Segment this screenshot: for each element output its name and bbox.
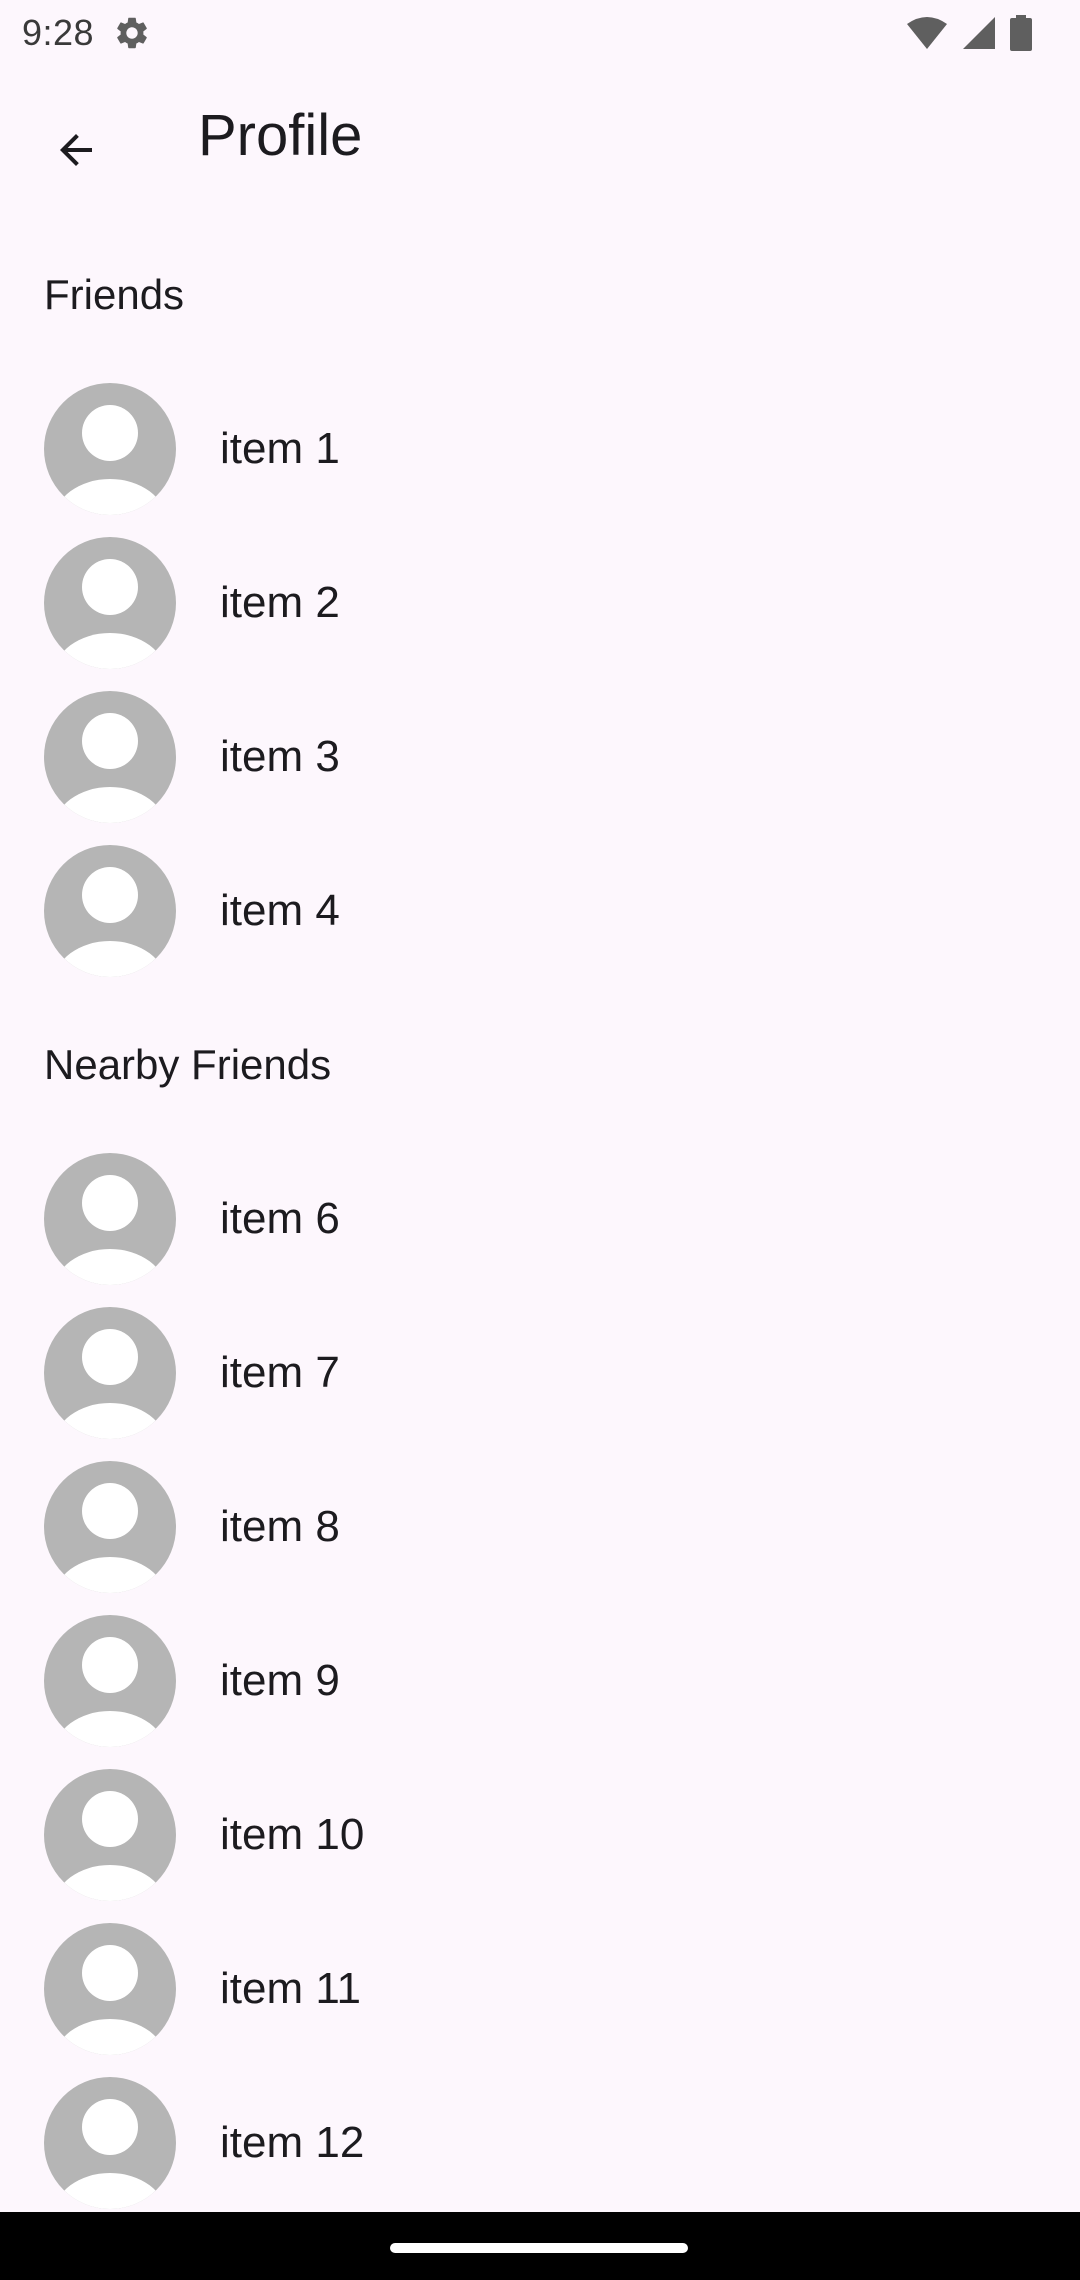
section-header-friends: Friends <box>44 271 185 318</box>
avatar <box>44 1923 176 2055</box>
person-icon <box>44 1769 176 1901</box>
home-indicator[interactable] <box>390 2243 688 2253</box>
list-item-label: item 10 <box>220 1810 365 1859</box>
avatar <box>44 1769 176 1901</box>
back-button[interactable] <box>32 108 120 196</box>
profile-list[interactable]: Friends item 1 item 2 item 3 item 4 Near… <box>0 218 1080 2212</box>
list-item[interactable]: item 8 <box>0 1450 1080 1604</box>
person-icon <box>44 691 176 823</box>
person-icon <box>44 1307 176 1439</box>
list-item[interactable]: item 7 <box>0 1296 1080 1450</box>
page-title: Profile <box>198 103 363 168</box>
app-bar: Profile <box>0 64 1080 218</box>
person-icon <box>44 1461 176 1593</box>
list-item[interactable]: item 6 <box>0 1142 1080 1296</box>
section-header-nearby-friends: Nearby Friends <box>44 1041 332 1088</box>
list-item[interactable]: item 2 <box>0 526 1080 680</box>
person-icon <box>44 1923 176 2055</box>
avatar <box>44 537 176 669</box>
avatar <box>44 2077 176 2209</box>
person-icon <box>44 383 176 515</box>
list-item-label: item 6 <box>220 1194 340 1243</box>
list-item-label: item 3 <box>220 732 340 781</box>
list-item[interactable]: item 9 <box>0 1604 1080 1758</box>
avatar <box>44 845 176 977</box>
avatar <box>44 1615 176 1747</box>
avatar <box>44 383 176 515</box>
list-item-label: item 7 <box>220 1348 340 1397</box>
avatar <box>44 1461 176 1593</box>
list-item-label: item 1 <box>220 424 340 473</box>
avatar <box>44 691 176 823</box>
avatar <box>44 1153 176 1285</box>
arrow-back-icon <box>52 126 100 179</box>
list-item[interactable]: item 12 <box>0 2066 1080 2212</box>
person-icon <box>44 2077 176 2209</box>
settings-icon <box>113 14 151 52</box>
list-item[interactable]: item 11 <box>0 1912 1080 2066</box>
list-item[interactable]: item 4 <box>0 834 1080 988</box>
list-item-label: item 8 <box>220 1502 340 1551</box>
status-bar: 9:28 <box>0 0 1080 64</box>
system-nav-bar <box>0 2212 1080 2280</box>
avatar <box>44 1307 176 1439</box>
person-icon <box>44 1153 176 1285</box>
battery-icon <box>1010 15 1032 51</box>
status-time: 9:28 <box>22 12 95 53</box>
person-icon <box>44 1615 176 1747</box>
person-icon <box>44 537 176 669</box>
list-item-label: item 11 <box>220 1964 362 2013</box>
person-icon <box>44 845 176 977</box>
list-item[interactable]: item 1 <box>0 372 1080 526</box>
wifi-icon <box>906 16 948 50</box>
list-item-label: item 12 <box>220 2118 365 2167</box>
list-item-label: item 2 <box>220 578 340 627</box>
cellular-signal-icon <box>962 16 996 50</box>
list-item-label: item 4 <box>220 886 340 935</box>
list-item[interactable]: item 3 <box>0 680 1080 834</box>
list-item-label: item 9 <box>220 1656 340 1705</box>
list-item[interactable]: item 10 <box>0 1758 1080 1912</box>
